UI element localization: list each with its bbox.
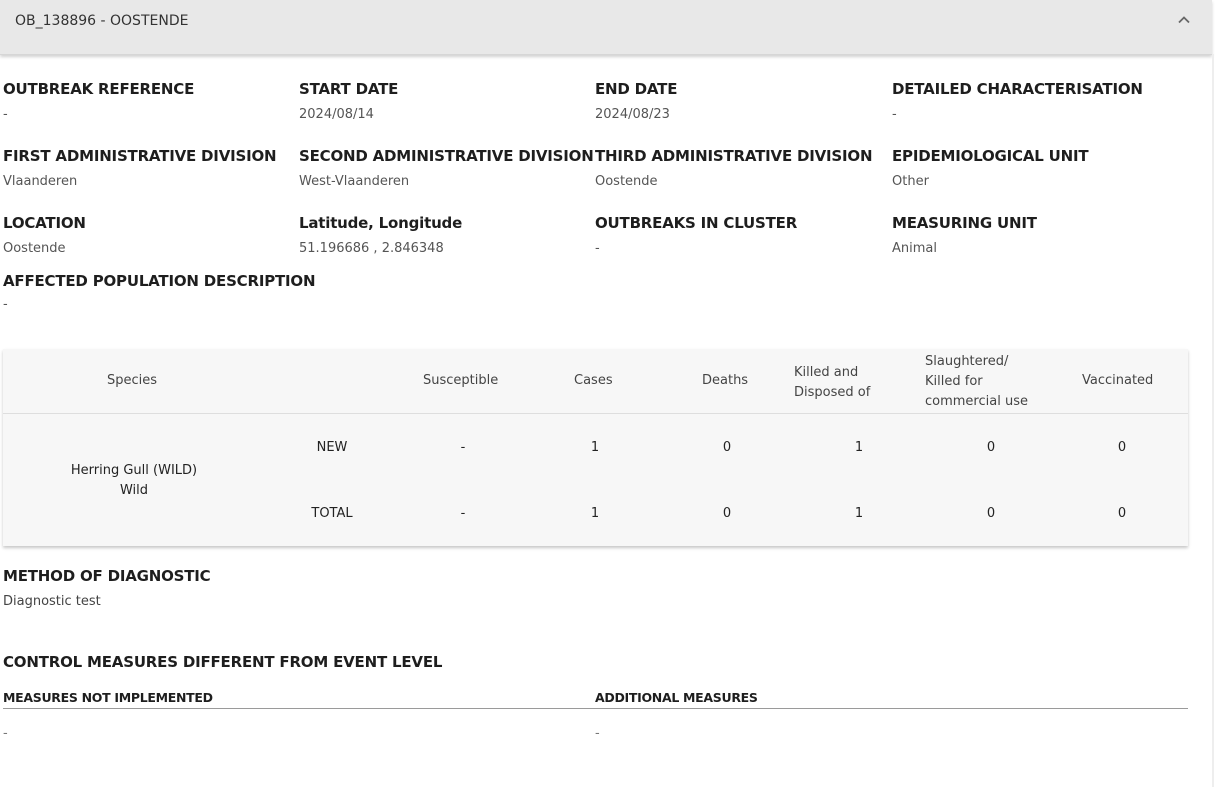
field-label: METHOD OF DIAGNOSTIC: [3, 567, 211, 585]
col-header-killed-line: Killed and: [794, 365, 859, 380]
col-header-slaughtered-line: Killed for: [925, 374, 983, 389]
col-header-species: Species: [107, 373, 158, 388]
field-detailed-characterisation: DETAILED CHARACTERISATION -: [892, 80, 1143, 122]
field-value: Vlaanderen: [3, 174, 78, 189]
col-header-slaughtered-line: commercial use: [925, 394, 1028, 409]
field-location: LOCATION Oostende: [3, 214, 86, 256]
field-second-admin-division: SECOND ADMINISTRATIVE DIVISION West-Vlaa…: [299, 147, 594, 189]
field-value: -: [3, 297, 8, 312]
col-header-slaughtered-line: Slaughtered/: [925, 354, 1009, 369]
field-first-admin-division: FIRST ADMINISTRATIVE DIVISION Vlaanderen: [3, 147, 277, 189]
field-epidemiological-unit: EPIDEMIOLOGICAL UNIT Other: [892, 147, 1089, 189]
field-label: EPIDEMIOLOGICAL UNIT: [892, 147, 1089, 165]
cell-susceptible: -: [460, 440, 466, 455]
field-label: OUTBREAK REFERENCE: [3, 80, 195, 98]
col-header-cases: Cases: [574, 373, 613, 388]
field-value: 51.196686 , 2.846348: [299, 241, 444, 256]
field-label: THIRD ADMINISTRATIVE DIVISION: [595, 147, 873, 165]
scroll-edge: [1212, 54, 1214, 787]
cell-vaccinated: 0: [1117, 440, 1127, 455]
cell-deaths: 0: [722, 506, 732, 521]
field-label: Latitude, Longitude: [299, 214, 463, 232]
field-value: Oostende: [3, 241, 66, 256]
field-label: LOCATION: [3, 214, 86, 232]
outbreak-panel-header[interactable]: OB_138896 - OOSTENDE: [0, 0, 1212, 55]
field-value: -: [595, 241, 600, 256]
additional-measures-label: ADDITIONAL MEASURES: [595, 690, 758, 705]
field-third-admin-division: THIRD ADMINISTRATIVE DIVISION Oostende: [595, 147, 873, 189]
field-outbreaks-in-cluster: OUTBREAKS IN CLUSTER -: [595, 214, 797, 256]
measures-divider: [3, 708, 1188, 709]
field-value: -: [892, 107, 897, 122]
field-value: 2024/08/23: [595, 107, 670, 122]
field-measuring-unit: MEASURING UNIT Animal: [892, 214, 1037, 256]
field-label: MEASURING UNIT: [892, 214, 1037, 232]
cell-cases: 1: [590, 440, 600, 455]
row-type: TOTAL: [311, 506, 353, 521]
field-value: Diagnostic test: [3, 594, 101, 609]
field-end-date: END DATE 2024/08/23: [595, 80, 677, 122]
row-type: NEW: [316, 440, 348, 455]
cell-killed: 1: [854, 440, 864, 455]
species-type: Wild: [119, 483, 149, 498]
cell-vaccinated: 0: [1117, 506, 1127, 521]
table-header-divider: [3, 413, 1188, 414]
field-value: West-Vlaanderen: [299, 174, 410, 189]
field-label: END DATE: [595, 80, 678, 98]
field-value: Other: [892, 174, 929, 189]
field-value: Animal: [892, 241, 937, 256]
measures-not-implemented-value: -: [3, 726, 8, 741]
outbreak-title: OB_138896 - OOSTENDE: [15, 13, 189, 29]
field-lat-long: Latitude, Longitude 51.196686 , 2.846348: [299, 214, 462, 256]
field-start-date: START DATE 2024/08/14: [299, 80, 398, 122]
species-name: Herring Gull (WILD): [70, 463, 198, 478]
field-value: 2024/08/14: [299, 107, 374, 122]
col-header-vaccinated: Vaccinated: [1082, 373, 1154, 388]
field-label: SECOND ADMINISTRATIVE DIVISION: [299, 147, 594, 165]
field-label: START DATE: [299, 80, 399, 98]
cell-susceptible: -: [460, 506, 466, 521]
cell-slaughtered: 0: [986, 506, 996, 521]
species-table: Species Susceptible Cases Deaths Killed …: [3, 349, 1188, 546]
col-header-killed-disposed: Killed and Disposed of: [794, 363, 870, 403]
species-cell: Herring Gull (WILD) Wild: [34, 461, 234, 501]
field-label: AFFECTED POPULATION DESCRIPTION: [3, 272, 316, 290]
col-header-killed-line: Disposed of: [794, 385, 871, 400]
col-header-deaths: Deaths: [702, 373, 749, 388]
field-label: FIRST ADMINISTRATIVE DIVISION: [3, 147, 277, 165]
measures-not-implemented-label: MEASURES NOT IMPLEMENTED: [3, 690, 213, 705]
cell-cases: 1: [590, 506, 600, 521]
cell-deaths: 0: [722, 440, 732, 455]
field-method-of-diagnostic: METHOD OF DIAGNOSTIC Diagnostic test: [3, 567, 211, 609]
cell-slaughtered: 0: [986, 440, 996, 455]
chevron-up-icon[interactable]: [1176, 12, 1192, 28]
field-outbreak-reference: OUTBREAK REFERENCE -: [3, 80, 194, 122]
col-header-susceptible: Susceptible: [423, 373, 499, 388]
field-value: -: [3, 107, 8, 122]
field-label: DETAILED CHARACTERISATION: [892, 80, 1143, 98]
field-label: OUTBREAKS IN CLUSTER: [595, 214, 798, 232]
col-header-slaughtered: Slaughtered/ Killed for commercial use: [925, 352, 1028, 412]
additional-measures-value: -: [595, 726, 600, 741]
field-value: Oostende: [595, 174, 658, 189]
field-affected-population: AFFECTED POPULATION DESCRIPTION -: [3, 272, 316, 312]
cell-killed: 1: [854, 506, 864, 521]
control-measures-title: CONTROL MEASURES DIFFERENT FROM EVENT LE…: [3, 653, 443, 671]
